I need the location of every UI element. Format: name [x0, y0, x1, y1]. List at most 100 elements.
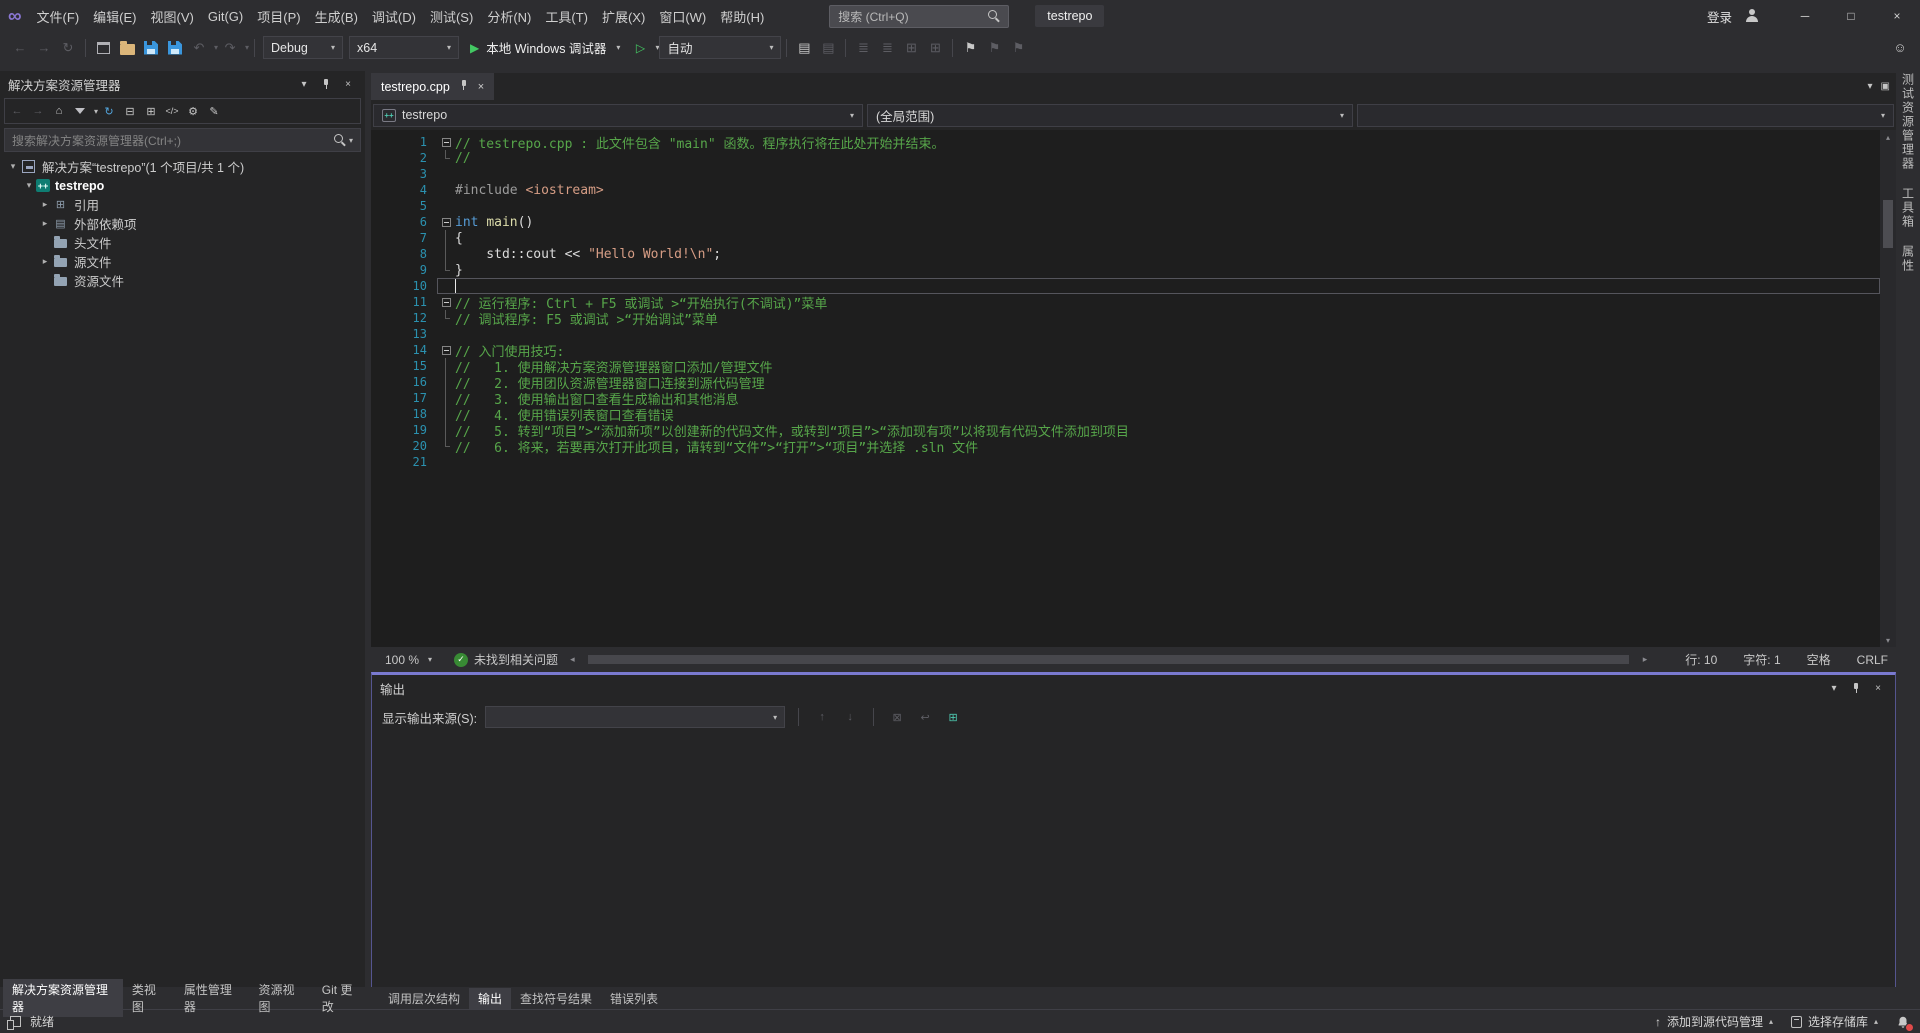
search-icon[interactable]	[988, 10, 1000, 22]
menu-item[interactable]: 生成(B)	[308, 0, 365, 32]
sync-icon[interactable]: ↻	[99, 101, 119, 121]
search-icon[interactable]	[334, 134, 346, 146]
prev-message-icon[interactable]: ↑	[812, 707, 832, 727]
configuration-select[interactable]: Debug ▾	[263, 36, 343, 59]
search-options-icon[interactable]: ▾	[349, 136, 353, 145]
menu-item[interactable]: 项目(P)	[250, 0, 307, 32]
forward-icon[interactable]: →	[28, 101, 48, 121]
new-project-icon[interactable]	[91, 36, 115, 60]
window-position-icon[interactable]: ▾	[1825, 679, 1843, 697]
menu-item[interactable]: 分析(N)	[480, 0, 538, 32]
maximize-button[interactable]: □	[1828, 0, 1874, 32]
back-icon[interactable]: ←	[7, 101, 27, 121]
toggle-messages-icon[interactable]: ⊞	[943, 707, 963, 727]
undo-icon[interactable]: ↶	[187, 36, 211, 60]
fold-margin[interactable]	[437, 294, 455, 310]
float-window-icon[interactable]: ▣	[1881, 81, 1890, 92]
attach-target-select[interactable]: 自动 ▾	[659, 36, 781, 59]
panel-tab[interactable]: 资源视图	[249, 979, 312, 1017]
code-line[interactable]: 9}	[371, 262, 1880, 278]
next-message-icon[interactable]: ↓	[840, 707, 860, 727]
prev-bookmark-icon[interactable]: ⚑	[982, 36, 1006, 60]
pin-icon[interactable]	[1847, 679, 1865, 697]
navigate-forward-icon[interactable]: →	[32, 36, 56, 60]
code-line[interactable]: 5	[371, 198, 1880, 214]
output-content[interactable]	[372, 733, 1895, 987]
clear-all-icon[interactable]: ⊠	[887, 707, 907, 727]
toggle-bookmark-icon[interactable]: ⚑	[958, 36, 982, 60]
select-repository-button[interactable]: 选择存储库 ▴	[1791, 1013, 1878, 1030]
panel-tab[interactable]: Git 更改	[313, 979, 371, 1017]
code-line[interactable]: 7{	[371, 230, 1880, 246]
tree-item[interactable]: ▸源文件	[0, 252, 365, 271]
expander-icon[interactable]: ▸	[38, 218, 52, 229]
menu-item[interactable]: 调试(D)	[365, 0, 423, 32]
side-tab[interactable]: 工具箱	[1900, 187, 1917, 229]
window-position-icon[interactable]: ▾	[295, 75, 313, 93]
expander-icon[interactable]: ▾	[22, 180, 36, 191]
menu-item[interactable]: Git(G)	[201, 0, 250, 32]
code-view-icon[interactable]: </>	[162, 101, 182, 121]
panel-tab[interactable]: 错误列表	[601, 988, 667, 1009]
spaces-indicator[interactable]: 空格	[1807, 651, 1831, 668]
word-wrap-icon[interactable]: ↩	[915, 707, 935, 727]
chevron-down-icon[interactable]: ▾	[616, 43, 620, 52]
code-line[interactable]: 8 std::cout << "Hello World!\n";	[371, 246, 1880, 262]
tree-item[interactable]: ▾解决方案“testrepo”(1 个项目/共 1 个)	[0, 157, 365, 176]
tree-item[interactable]: ▸⊞引用	[0, 195, 365, 214]
expander-icon[interactable]: ▸	[38, 199, 52, 210]
open-file-icon[interactable]	[115, 36, 139, 60]
navigation-history-icon[interactable]: ↻	[56, 36, 80, 60]
feedback-icon[interactable]: ☺	[1888, 36, 1912, 60]
uncomment-selection-icon[interactable]: ⊞	[923, 36, 947, 60]
home-icon[interactable]: ⌂	[49, 101, 69, 121]
scroll-up-icon[interactable]: ▴	[1880, 130, 1896, 144]
code-line[interactable]: 21	[371, 454, 1880, 470]
close-button[interactable]: ×	[1874, 0, 1920, 32]
panel-tab[interactable]: 属性管理器	[175, 979, 250, 1017]
code-line[interactable]: 6int main()	[371, 214, 1880, 230]
project-select[interactable]: ++ testrepo ▾	[373, 104, 863, 127]
code-line[interactable]: 20// 6. 将来，若要再次打开此项目，请转到“文件”>“打开”>“项目”并选…	[371, 438, 1880, 454]
line-indent-icon[interactable]: ≣	[875, 36, 899, 60]
scrollbar-thumb[interactable]	[1883, 200, 1893, 248]
output-header[interactable]: 输出 ▾ ×	[372, 675, 1895, 701]
next-bookmark-icon[interactable]: ⚑	[1006, 36, 1030, 60]
filter-dropdown-icon[interactable]: ▾	[94, 107, 98, 116]
menu-item[interactable]: 文件(F)	[30, 0, 87, 32]
side-tab[interactable]: 属性	[1900, 245, 1917, 273]
user-avatar-icon[interactable]	[1744, 8, 1760, 24]
code-line[interactable]: 2//	[371, 150, 1880, 166]
save-all-icon[interactable]	[163, 36, 187, 60]
collapse-all-icon[interactable]: ⊟	[120, 101, 140, 121]
menu-item[interactable]: 帮助(H)	[713, 0, 771, 32]
tree-item[interactable]: 资源文件	[0, 271, 365, 290]
side-tab[interactable]: 测试资源管理器	[1900, 73, 1917, 171]
panel-tab[interactable]: 输出	[469, 988, 511, 1009]
panel-tab[interactable]: 类视图	[123, 979, 175, 1017]
start-debugging-button[interactable]: ▶ 本地 Windows 调试器 ▾	[462, 36, 628, 60]
sign-in-button[interactable]: 登录	[1707, 7, 1732, 26]
close-tab-icon[interactable]: ×	[478, 81, 484, 93]
redo-dropdown-icon[interactable]: ▾	[245, 43, 249, 52]
notifications-button[interactable]	[1896, 1015, 1910, 1029]
comment-selection-icon[interactable]: ⊞	[899, 36, 923, 60]
pin-icon[interactable]	[458, 79, 470, 94]
code-line[interactable]: 4#include <iostream>	[371, 182, 1880, 198]
quick-search-box[interactable]: 搜索 (Ctrl+Q)	[829, 5, 1009, 28]
fold-margin[interactable]	[437, 134, 455, 150]
menu-item[interactable]: 测试(S)	[423, 0, 480, 32]
vertical-scrollbar[interactable]: ▴ ▾	[1880, 130, 1896, 647]
scrollbar-thumb[interactable]	[588, 655, 1629, 664]
code-line[interactable]: 1// testrepo.cpp : 此文件包含 "main" 函数。程序执行将…	[371, 134, 1880, 150]
expander-icon[interactable]: ▾	[6, 161, 20, 172]
tree-item[interactable]: ▾++testrepo	[0, 176, 365, 195]
expander-icon[interactable]: ▸	[38, 256, 52, 267]
close-panel-icon[interactable]: ×	[339, 75, 357, 93]
tree-item[interactable]: ▸▤外部依赖项	[0, 214, 365, 233]
line-indicator[interactable]: 行: 10	[1685, 651, 1717, 668]
save-icon[interactable]	[139, 36, 163, 60]
code-line[interactable]: 12// 调试程序: F5 或调试 >“开始调试”菜单	[371, 310, 1880, 326]
tab-testrepo-cpp[interactable]: testrepo.cpp ×	[371, 73, 494, 100]
code-editor[interactable]: 1// testrepo.cpp : 此文件包含 "main" 函数。程序执行将…	[371, 130, 1880, 647]
